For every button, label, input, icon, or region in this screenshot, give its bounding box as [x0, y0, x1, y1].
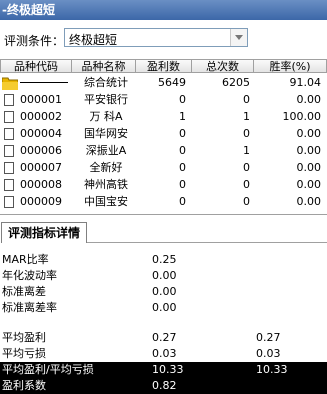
row-rate: 0.00	[296, 93, 322, 106]
summary-total: 6205	[222, 76, 250, 89]
detail-value: 0.27	[152, 331, 177, 344]
detail-value-2: 0.27	[256, 331, 281, 344]
filter-label: 评测条件：	[4, 34, 65, 48]
row-code: 000001	[20, 93, 62, 106]
document-icon	[4, 162, 14, 174]
detail-row: 平均亏损 0.03 0.03	[0, 346, 327, 362]
summary-name: 综合统计	[84, 76, 128, 89]
detail-label: MAR比率	[2, 253, 49, 266]
row-profit: 0	[179, 93, 186, 106]
header-rate[interactable]: 胜率(%)	[254, 59, 327, 73]
detail-label: 平均盈利/平均亏损	[2, 363, 94, 376]
row-rate: 100.00	[282, 110, 322, 123]
row-rate: 0.00	[296, 178, 322, 191]
row-rate: 0.00	[296, 161, 322, 174]
table-row-summary[interactable]: 综合统计 5649 6205 91.04	[0, 75, 327, 91]
table-row[interactable]: 000007 全新好 0 0 0.00	[0, 160, 327, 176]
table-header: 品种代码 品种名称 盈利数 总次数 胜率(%)	[0, 59, 327, 73]
row-profit: 1	[179, 110, 186, 123]
row-name: 中国宝安	[84, 195, 128, 208]
document-icon	[4, 179, 14, 191]
header-total[interactable]: 总次数	[192, 59, 254, 73]
folder-icon	[1, 76, 19, 91]
detail-row-highlighted[interactable]: 平均盈利/平均亏损 10.33 10.33	[0, 362, 327, 378]
detail-value-2: 0.03	[256, 347, 281, 360]
row-name: 全新好	[89, 161, 123, 174]
row-profit: 0	[179, 127, 186, 140]
row-name: 平安银行	[84, 93, 128, 106]
detail-value: 0.03	[152, 347, 177, 360]
row-rate: 0.00	[296, 127, 322, 140]
document-icon	[4, 145, 14, 157]
row-code: 000006	[20, 144, 62, 157]
row-rate: 0.00	[296, 144, 322, 157]
summary-rate: 91.04	[289, 76, 322, 89]
window-title: -终极超短	[0, 0, 327, 20]
row-code: 000007	[20, 161, 62, 174]
header-code[interactable]: 品种代码	[0, 59, 72, 73]
table-row[interactable]: 000004 国华网安 0 0 0.00	[0, 126, 327, 142]
header-profit[interactable]: 盈利数	[136, 59, 192, 73]
row-profit: 0	[179, 195, 186, 208]
detail-value: 10.33	[152, 363, 184, 376]
detail-row: 年化波动率 0.00	[0, 268, 327, 284]
row-profit: 0	[179, 144, 186, 157]
detail-label: 平均盈利	[2, 331, 46, 344]
table-row[interactable]: 000008 神州高铁 0 0 0.00	[0, 177, 327, 193]
row-total: 0	[243, 127, 250, 140]
row-code: 000004	[20, 127, 62, 140]
document-icon	[4, 111, 14, 123]
row-total: 0	[243, 93, 250, 106]
row-code: 000009	[20, 195, 62, 208]
detail-row: 平均盈利 0.27 0.27	[0, 330, 327, 346]
row-rate: 0.00	[296, 195, 322, 208]
filter-select[interactable]: 终极超短	[64, 28, 248, 47]
filter-select-value: 终极超短	[69, 33, 118, 47]
detail-label: 平均亏损	[2, 347, 46, 360]
summary-dash	[20, 82, 68, 83]
document-icon	[4, 128, 14, 140]
table-row[interactable]: 000002 万 科A 1 1 100.00	[0, 109, 327, 125]
detail-row: 标准离差 0.00	[0, 284, 327, 300]
row-total: 1	[243, 144, 250, 157]
document-icon	[4, 94, 14, 106]
row-code: 000002	[20, 110, 62, 123]
document-icon	[4, 196, 14, 208]
row-profit: 0	[179, 161, 186, 174]
table-row[interactable]: 000001 平安银行 0 0 0.00	[0, 92, 327, 108]
row-name: 神州高铁	[84, 178, 128, 191]
row-profit: 0	[179, 178, 186, 191]
detail-value: 0.00	[152, 269, 177, 282]
detail-label: 年化波动率	[2, 269, 57, 282]
panel-divider[interactable]	[0, 214, 327, 215]
detail-row: MAR比率 0.25	[0, 252, 327, 268]
row-code: 000008	[20, 178, 62, 191]
summary-profit: 5649	[158, 76, 186, 89]
row-total: 0	[243, 195, 250, 208]
detail-label: 标准离差	[2, 285, 46, 298]
table-row[interactable]: 000006 深振业A 0 1 0.00	[0, 143, 327, 159]
header-name[interactable]: 品种名称	[72, 59, 136, 73]
detail-value: 0.00	[152, 285, 177, 298]
row-total: 1	[243, 110, 250, 123]
row-total: 0	[243, 161, 250, 174]
detail-value-2: 10.33	[256, 363, 288, 376]
tab-underline	[87, 242, 327, 243]
detail-row: 标准离差率 0.00	[0, 300, 327, 316]
row-name: 国华网安	[84, 127, 128, 140]
chevron-down-icon[interactable]	[230, 29, 247, 46]
row-total: 0	[243, 178, 250, 191]
row-name: 深振业A	[85, 144, 127, 157]
detail-value: 0.00	[152, 301, 177, 314]
detail-label: 标准离差率	[2, 301, 57, 314]
tab-details[interactable]: 评测指标详情	[1, 222, 87, 243]
detail-value: 0.25	[152, 253, 177, 266]
table-row[interactable]: 000009 中国宝安 0 0 0.00	[0, 194, 327, 210]
row-name: 万 科A	[89, 110, 123, 123]
